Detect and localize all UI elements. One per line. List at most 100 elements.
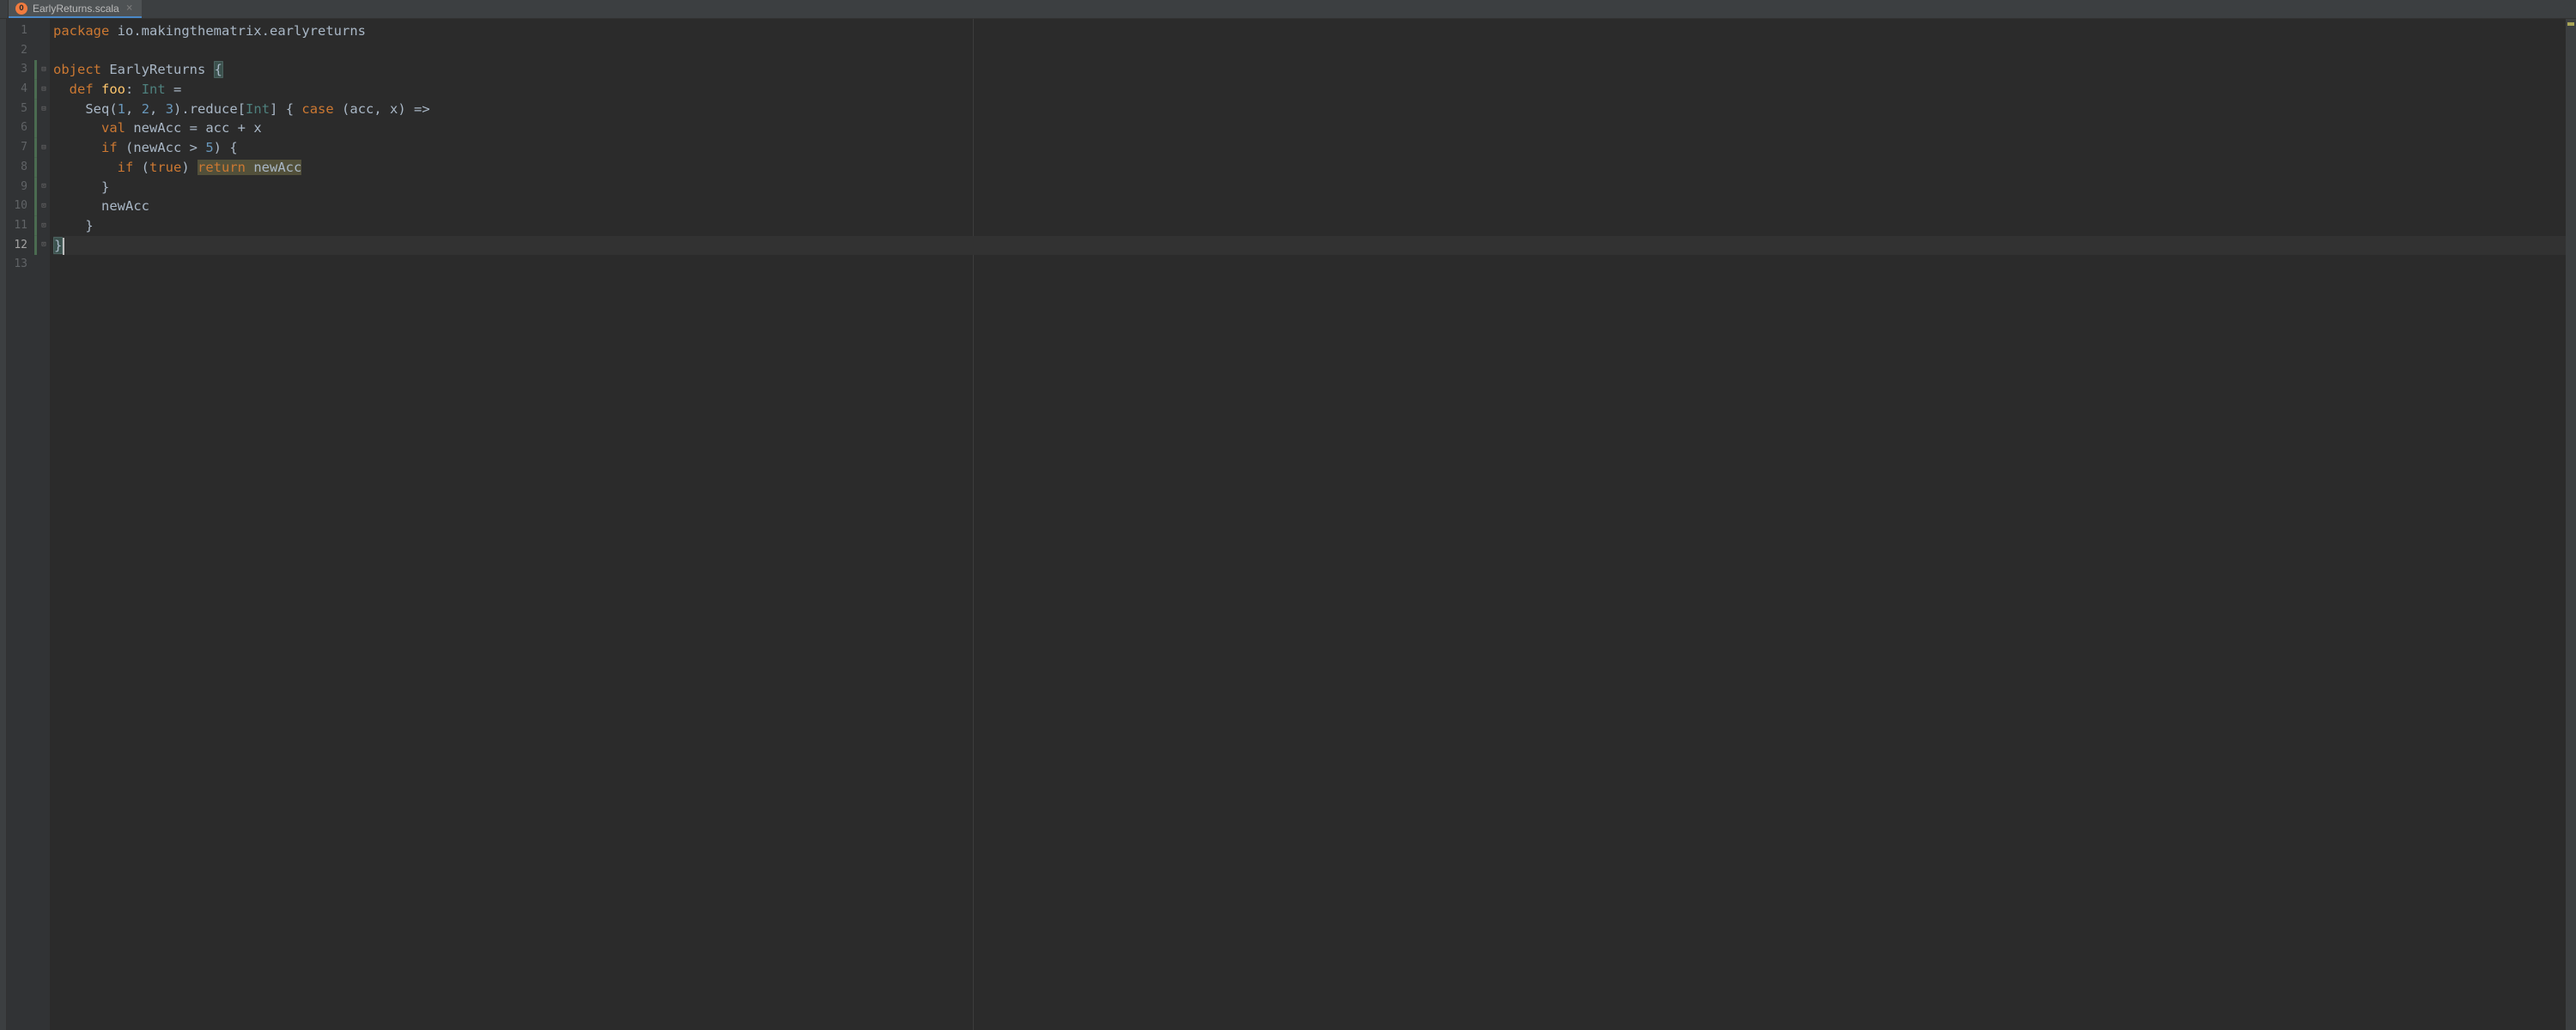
line-number[interactable]: 1 bbox=[7, 21, 34, 41]
editor-tab-bar: O EarlyReturns.scala × bbox=[0, 0, 2576, 19]
fold-marker[interactable]: ⊡ bbox=[38, 178, 50, 197]
fold-marker[interactable]: ⊡ bbox=[38, 236, 50, 256]
left-edge-strip bbox=[0, 19, 7, 1030]
fold-expand-icon[interactable]: ⊟ bbox=[40, 106, 48, 113]
code-line[interactable] bbox=[53, 255, 2576, 275]
line-number[interactable]: 11 bbox=[7, 216, 34, 236]
line-number[interactable]: 7 bbox=[7, 138, 34, 158]
code-token bbox=[53, 101, 85, 117]
code-line[interactable]: object EarlyReturns { bbox=[53, 60, 2576, 80]
code-line[interactable]: } bbox=[53, 216, 2576, 236]
code-line[interactable]: } bbox=[53, 178, 2576, 197]
code-token bbox=[205, 62, 213, 77]
code-token: ( bbox=[109, 101, 117, 117]
code-token: ) { bbox=[214, 140, 238, 155]
line-number-gutter[interactable]: 12345678910111213 bbox=[7, 19, 34, 1030]
line-number[interactable]: 8 bbox=[7, 158, 34, 178]
editor-container: 12345678910111213 ⊟⊟⊟⊟⊡⊡⊡⊡ package io.ma… bbox=[0, 19, 2576, 1030]
code-token: if bbox=[118, 160, 134, 175]
code-line[interactable]: val newAcc = acc + x bbox=[53, 118, 2576, 138]
code-token: ] { bbox=[270, 101, 301, 117]
code-token: newAcc = acc + x bbox=[133, 120, 261, 136]
warning-marker[interactable] bbox=[2567, 22, 2574, 26]
code-line[interactable]: newAcc bbox=[53, 197, 2576, 216]
line-number[interactable]: 6 bbox=[7, 118, 34, 138]
code-token: return bbox=[197, 160, 246, 175]
fold-collapse-icon[interactable]: ⊡ bbox=[40, 222, 48, 230]
code-token: foo bbox=[101, 82, 125, 97]
fold-expand-icon[interactable]: ⊟ bbox=[40, 66, 48, 74]
line-number[interactable]: 3 bbox=[7, 60, 34, 80]
fold-gutter[interactable]: ⊟ ⊟ ⊟ ⊟ ⊡ ⊡ ⊡ ⊡ bbox=[38, 19, 50, 1030]
fold-collapse-icon[interactable]: ⊡ bbox=[40, 203, 48, 210]
code-line[interactable]: if (newAcc > 5) { bbox=[53, 138, 2576, 158]
line-number[interactable]: 4 bbox=[7, 80, 34, 100]
code-token bbox=[109, 23, 117, 39]
vertical-scrollbar[interactable] bbox=[2566, 19, 2576, 1030]
fold-marker[interactable]: ⊡ bbox=[38, 216, 50, 236]
code-token: , bbox=[125, 101, 142, 117]
code-token: } bbox=[53, 179, 109, 195]
code-token: ) bbox=[181, 160, 197, 175]
code-token bbox=[101, 62, 109, 77]
close-icon[interactable]: × bbox=[125, 2, 135, 15]
line-number[interactable]: 2 bbox=[7, 41, 34, 61]
code-token: = bbox=[166, 82, 190, 97]
code-token bbox=[53, 120, 101, 136]
fold-marker bbox=[38, 255, 50, 275]
fold-marker[interactable]: ⊟ bbox=[38, 60, 50, 80]
code-token: def bbox=[70, 82, 94, 97]
tab-label: EarlyReturns.scala bbox=[33, 3, 119, 15]
code-line[interactable]: def foo: Int = bbox=[53, 80, 2576, 100]
code-line[interactable] bbox=[53, 41, 2576, 61]
code-token: Int bbox=[142, 82, 166, 97]
code-token: Seq bbox=[85, 101, 109, 117]
code-line[interactable]: } bbox=[53, 236, 2576, 256]
text-cursor bbox=[63, 238, 64, 255]
code-token: true bbox=[149, 160, 181, 175]
scala-file-icon: O bbox=[15, 3, 27, 15]
code-token: Int bbox=[246, 101, 270, 117]
code-token: } bbox=[53, 218, 94, 233]
fold-marker bbox=[38, 118, 50, 138]
code-token: : bbox=[125, 82, 142, 97]
code-token: ).reduce[ bbox=[173, 101, 246, 117]
fold-collapse-icon[interactable]: ⊡ bbox=[40, 183, 48, 191]
fold-expand-icon[interactable]: ⊟ bbox=[40, 86, 48, 94]
code-line[interactable]: if (true) return newAcc bbox=[53, 158, 2576, 178]
fold-marker[interactable]: ⊟ bbox=[38, 100, 50, 119]
code-token: case bbox=[301, 101, 333, 117]
code-token bbox=[53, 140, 101, 155]
fold-expand-icon[interactable]: ⊟ bbox=[40, 144, 48, 152]
line-number[interactable]: 9 bbox=[7, 178, 34, 197]
code-token bbox=[125, 120, 133, 136]
code-token: ( bbox=[133, 160, 149, 175]
code-editor[interactable]: package io.makingthematrix.earlyreturns o… bbox=[50, 19, 2576, 1030]
fold-marker[interactable]: ⊡ bbox=[38, 197, 50, 216]
code-line[interactable]: package io.makingthematrix.earlyreturns bbox=[53, 21, 2576, 41]
code-token: io.makingthematrix bbox=[118, 23, 262, 39]
line-number[interactable]: 10 bbox=[7, 197, 34, 216]
code-token: } bbox=[53, 237, 63, 254]
code-token: , bbox=[149, 101, 166, 117]
tabbar-left-stub bbox=[0, 0, 9, 18]
code-token: (acc, x) => bbox=[334, 101, 430, 117]
code-token: if bbox=[101, 140, 118, 155]
line-number[interactable]: 5 bbox=[7, 100, 34, 119]
code-token: 3 bbox=[166, 101, 173, 117]
code-token bbox=[94, 82, 101, 97]
code-token: val bbox=[101, 120, 125, 136]
fold-marker[interactable]: ⊟ bbox=[38, 138, 50, 158]
line-number[interactable]: 13 bbox=[7, 255, 34, 275]
code-token: EarlyReturns bbox=[109, 62, 205, 77]
fold-marker[interactable]: ⊟ bbox=[38, 80, 50, 100]
code-token: earlyreturns bbox=[270, 23, 366, 39]
code-token: (newAcc > bbox=[118, 140, 206, 155]
code-line[interactable]: Seq(1, 2, 3).reduce[Int] { case (acc, x)… bbox=[53, 100, 2576, 119]
code-token bbox=[53, 160, 118, 175]
fold-collapse-icon[interactable]: ⊡ bbox=[40, 241, 48, 249]
fold-marker bbox=[38, 21, 50, 41]
line-number[interactable]: 12 bbox=[7, 236, 34, 256]
code-token: . bbox=[262, 23, 270, 39]
file-tab[interactable]: O EarlyReturns.scala × bbox=[9, 0, 142, 18]
